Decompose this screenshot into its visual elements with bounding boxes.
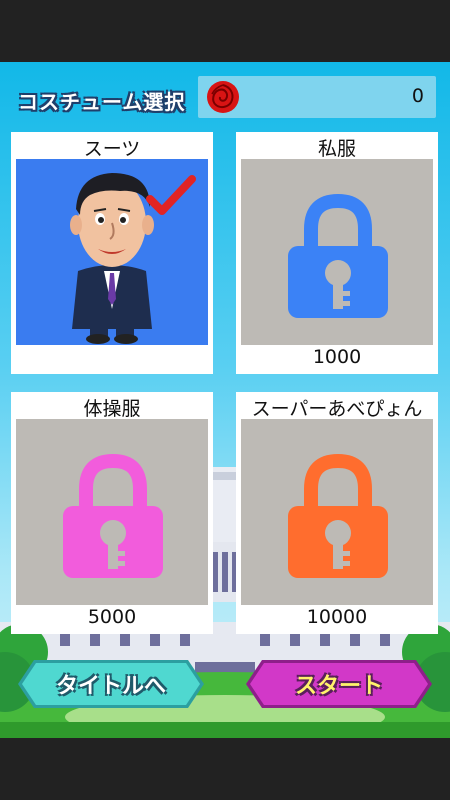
costume-card-super[interactable]: スーパーあべぴょん 10000	[236, 392, 438, 634]
game-screen: コスチューム選択 0 スーツ 私服 1000 体操服 5000 スーパーあべぴょ…	[0, 62, 450, 738]
costume-price: 1000	[312, 346, 362, 368]
start-button[interactable]: スタート	[244, 658, 434, 710]
costume-name: スーパーあべぴょん	[251, 398, 423, 420]
lock-icon	[288, 193, 388, 318]
lock-icon	[63, 453, 163, 578]
title-button-label: タイトルへ	[55, 674, 166, 699]
costume-name: 体操服	[83, 398, 141, 420]
costume-card-casual[interactable]: 私服 1000	[236, 132, 438, 374]
bottom-black-bar	[0, 738, 450, 800]
costume-image-area	[241, 419, 433, 605]
rose-count-value: 0	[411, 85, 424, 107]
rose-icon	[207, 81, 239, 113]
page-title: コスチューム選択	[18, 90, 186, 114]
costume-price: 5000	[87, 606, 137, 628]
start-button-label: スタート	[294, 674, 383, 699]
costume-price: 10000	[306, 606, 368, 628]
rose-counter: 0	[198, 76, 436, 118]
character-suit-image	[70, 173, 196, 344]
costume-image-area	[16, 159, 208, 345]
costume-image-area	[16, 419, 208, 605]
costume-name: スーツ	[83, 138, 141, 160]
lock-icon	[288, 453, 388, 578]
top-black-bar	[0, 0, 450, 62]
costume-card-gym[interactable]: 体操服 5000	[11, 392, 213, 634]
costume-image-area	[241, 159, 433, 345]
costume-name: 私服	[317, 138, 356, 160]
costume-card-suit[interactable]: スーツ	[11, 132, 213, 374]
back-to-title-button[interactable]: タイトルへ	[16, 658, 206, 710]
